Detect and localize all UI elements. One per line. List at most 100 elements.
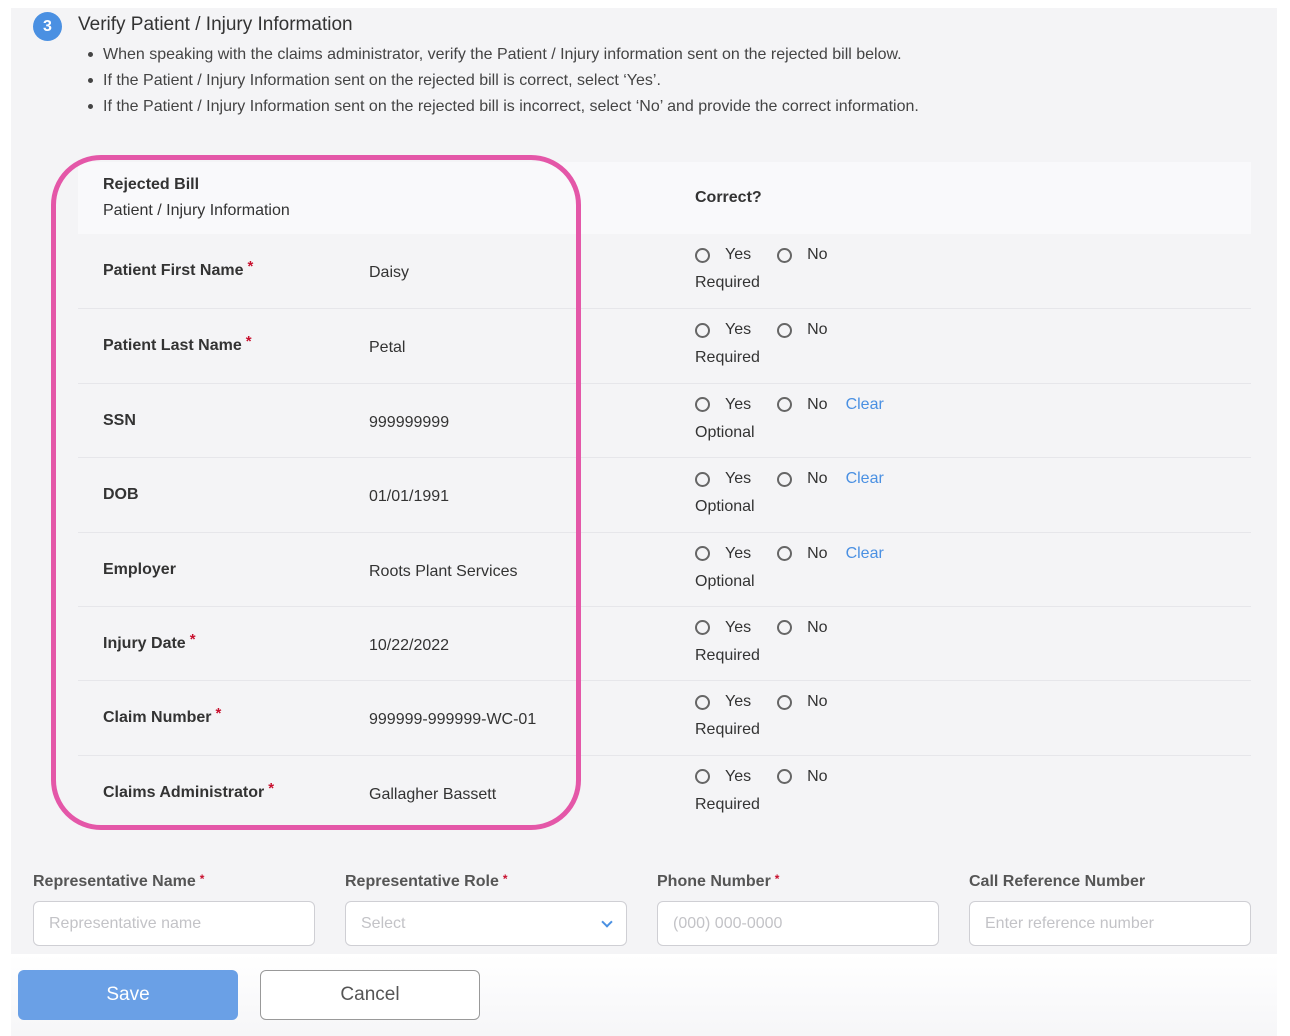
- yes-radio[interactable]: [695, 471, 710, 487]
- cancel-button[interactable]: Cancel: [260, 970, 480, 1020]
- no-radio[interactable]: [777, 694, 793, 710]
- phone-number-input[interactable]: (000) 000-0000: [657, 901, 939, 946]
- yes-radio[interactable]: [695, 322, 710, 338]
- call-reference-label: Call Reference Number: [969, 873, 1146, 890]
- no-radio[interactable]: [777, 769, 793, 785]
- no-label[interactable]: No: [807, 693, 827, 711]
- field-label: Employer: [103, 560, 176, 578]
- required-star: *: [215, 705, 222, 723]
- requirement-status: Required: [695, 721, 760, 739]
- yes-radio[interactable]: [695, 247, 710, 263]
- field-value: 01/01/1991: [369, 488, 450, 506]
- save-button[interactable]: Save: [18, 970, 238, 1020]
- yes-label[interactable]: Yes: [725, 470, 751, 488]
- required-star: *: [502, 872, 508, 886]
- phone-number-field: Phone Number * (000) 000-0000: [657, 872, 939, 946]
- field-label: DOB: [103, 486, 139, 504]
- field-label: Claim Number *: [103, 705, 222, 727]
- call-reference-field: Call Reference Number Enter reference nu…: [969, 873, 1251, 946]
- yes-label[interactable]: Yes: [725, 396, 751, 414]
- field-value: Gallagher Bassett: [369, 785, 497, 803]
- requirement-status: Required: [695, 646, 760, 664]
- step-number-badge: 3: [33, 12, 62, 41]
- requirement-status: Optional: [695, 498, 755, 516]
- yes-label[interactable]: Yes: [725, 545, 751, 563]
- yes-label[interactable]: Yes: [725, 246, 751, 264]
- requirement-status: Required: [695, 795, 760, 813]
- required-star: *: [268, 779, 275, 797]
- yes-label[interactable]: Yes: [725, 768, 751, 786]
- field-label: SSN: [103, 411, 136, 429]
- required-star: *: [247, 258, 254, 275]
- section-title: Verify Patient / Injury Information: [78, 14, 353, 35]
- no-label[interactable]: No: [807, 768, 827, 786]
- no-label[interactable]: No: [807, 470, 827, 488]
- representative-name-input[interactable]: Representative name: [33, 901, 315, 946]
- no-label[interactable]: No: [807, 619, 827, 637]
- instruction-item: If the Patient / Injury Information sent…: [86, 96, 919, 122]
- table-body: Patient First Name * Daisy Yes No Required Pat…: [78, 234, 1251, 829]
- no-radio[interactable]: [777, 471, 793, 487]
- field-value: 999999-999999-WC-01: [369, 711, 537, 729]
- no-radio[interactable]: [777, 322, 793, 338]
- table-row: Patient First Name * Daisy Yes No Required: [78, 234, 1251, 308]
- chevron-down-icon: [601, 916, 613, 928]
- yes-radio[interactable]: [695, 546, 710, 562]
- correct-choice-group: Yes No Clear: [695, 470, 884, 488]
- requirement-status: Optional: [695, 572, 755, 590]
- no-label[interactable]: No: [807, 545, 827, 563]
- representative-name-field: Representative Name * Representative name: [33, 872, 315, 946]
- instruction-item: When speaking with the claims administra…: [86, 44, 919, 70]
- no-label[interactable]: No: [807, 321, 827, 339]
- table-row: Claim Number * 999999-999999-WC-01 Yes No Req…: [78, 680, 1251, 754]
- verify-table: Rejected Bill Patient / Injury Informati…: [78, 162, 1251, 829]
- table-row: Injury Date * 10/22/2022 Yes No Required: [78, 605, 1251, 680]
- correct-choice-group: Yes No Clear: [695, 396, 884, 414]
- clear-link[interactable]: Clear: [846, 545, 884, 563]
- requirement-status: Required: [695, 349, 760, 367]
- required-star: *: [774, 872, 780, 886]
- table-header: Rejected Bill Patient / Injury Informati…: [78, 162, 1251, 234]
- no-radio[interactable]: [777, 397, 793, 413]
- representative-role-select[interactable]: Select: [345, 901, 627, 946]
- field-label: Injury Date *: [103, 630, 196, 652]
- field-label: Patient First Name *: [103, 258, 254, 279]
- no-label[interactable]: No: [807, 396, 827, 414]
- no-radio[interactable]: [777, 546, 793, 562]
- clear-link[interactable]: Clear: [846, 396, 884, 414]
- field-value: Roots Plant Services: [369, 562, 518, 580]
- select-placeholder: Select: [361, 914, 406, 932]
- header-correct: Correct?: [695, 189, 762, 206]
- yes-label[interactable]: Yes: [725, 619, 751, 637]
- required-star: *: [245, 333, 252, 351]
- correct-choice-group: Yes No: [695, 321, 854, 339]
- header-patient-injury: Patient / Injury Information: [103, 202, 290, 219]
- requirement-status: Required: [695, 274, 760, 291]
- field-label: Claims Administrator *: [103, 779, 275, 801]
- instructions-list: When speaking with the claims administra…: [86, 44, 919, 122]
- yes-radio[interactable]: [695, 620, 710, 636]
- correct-choice-group: Yes No: [695, 693, 854, 711]
- table-row: DOB 01/01/1991 Yes No Clear Optional: [78, 457, 1251, 531]
- correct-choice-group: Yes No: [695, 768, 854, 786]
- clear-link[interactable]: Clear: [846, 470, 884, 488]
- table-row: Claims Administrator * Gallagher Bassett Ye…: [78, 754, 1251, 829]
- table-row: Employer Roots Plant Services Yes No Clear Op…: [78, 531, 1251, 606]
- table-row: Patient Last Name * Petal Yes No Required: [78, 308, 1251, 382]
- no-radio[interactable]: [777, 247, 793, 263]
- no-radio[interactable]: [777, 620, 793, 636]
- call-reference-input[interactable]: Enter reference number: [969, 901, 1251, 946]
- instruction-item: If the Patient / Injury Information sent…: [86, 70, 919, 96]
- field-value: 10/22/2022: [369, 636, 450, 654]
- yes-radio[interactable]: [695, 397, 710, 413]
- representative-name-label: Representative Name *: [33, 872, 205, 890]
- table-row: SSN 999999999 Yes No Clear Optional: [78, 382, 1251, 457]
- representative-role-label: Representative Role *: [345, 872, 508, 890]
- required-star: *: [199, 872, 205, 886]
- no-label[interactable]: No: [807, 246, 827, 264]
- yes-radio[interactable]: [695, 694, 710, 710]
- field-value: Petal: [369, 339, 406, 357]
- yes-radio[interactable]: [695, 769, 710, 785]
- yes-label[interactable]: Yes: [725, 321, 751, 339]
- yes-label[interactable]: Yes: [725, 693, 751, 711]
